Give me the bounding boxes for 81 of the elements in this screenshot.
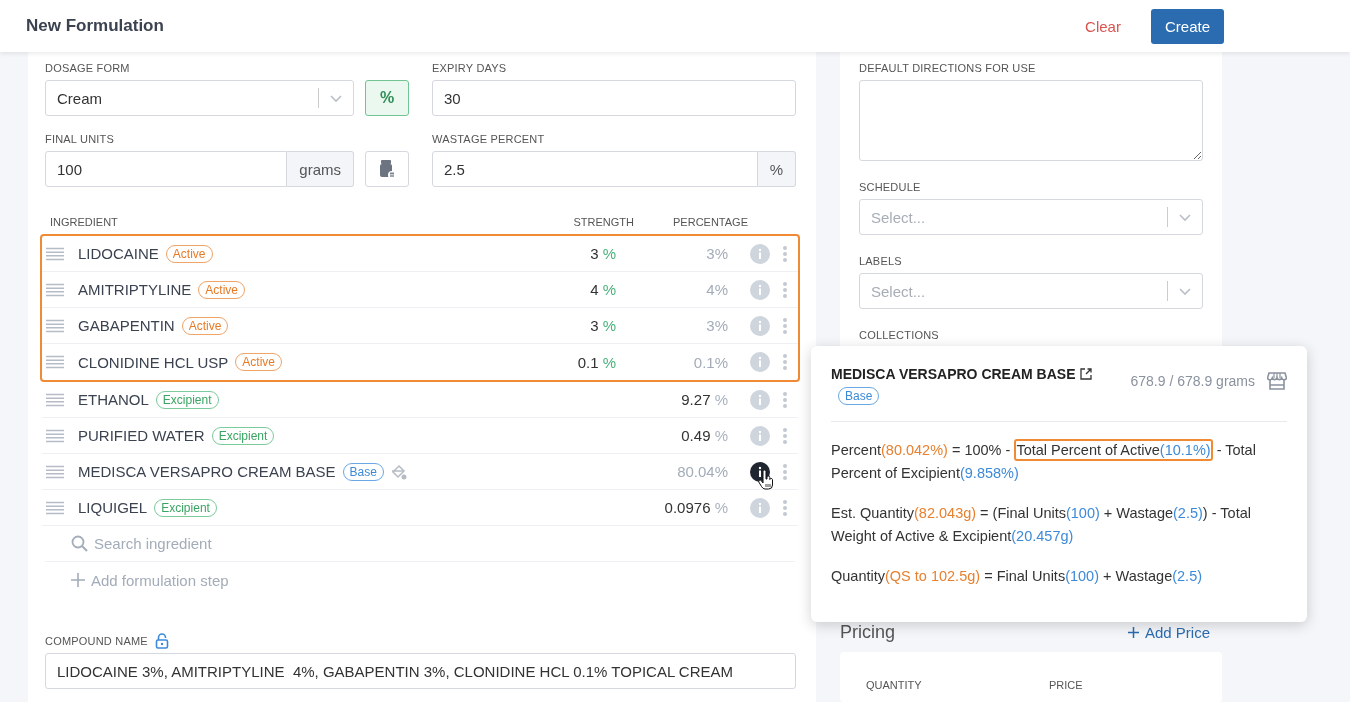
unit-addon: % (757, 151, 796, 187)
strength-value: 4 % (590, 281, 616, 298)
section-title: Pricing (840, 621, 896, 643)
drag-handle-icon[interactable] (46, 500, 64, 515)
percentage-value: 3% (706, 317, 728, 334)
field-label: EXPIRY DAYS (432, 62, 507, 75)
field-label: SCHEDULE (859, 181, 921, 194)
directions-textarea[interactable] (859, 80, 1203, 161)
more-icon[interactable] (782, 244, 788, 263)
plus-icon (71, 573, 85, 587)
ingredient-name: MEDISCA VERSAPRO CREAM BASE (78, 463, 336, 480)
ingredient-name: LIQUIGEL (78, 499, 148, 516)
formula-text: Quantity(QS to 102.5g) = Final Units(100) + Wastage(2.5) (831, 567, 1204, 586)
more-icon[interactable] (782, 316, 788, 335)
column-header: QUANTITY (866, 679, 923, 693)
column-header: STRENGTH (573, 216, 634, 228)
page-title: New Formulation (26, 16, 165, 36)
field-label: LABELS (859, 255, 902, 268)
drag-handle-icon[interactable] (46, 246, 64, 261)
wastage-percent-input[interactable]: 2.5 (432, 151, 758, 187)
plus-icon (1127, 626, 1139, 638)
create-button[interactable]: Create (1150, 8, 1224, 44)
more-icon[interactable] (782, 353, 788, 371)
stock-quantity: 678.9 / 678.9 grams (1130, 373, 1255, 389)
ingredient-name: AMITRIPTYLINE (78, 281, 192, 298)
percentage-value: 9.27 % (681, 391, 728, 408)
field-label: FINAL UNITS (45, 133, 115, 146)
more-icon[interactable] (782, 280, 788, 299)
search-icon (71, 535, 88, 552)
add-price-link[interactable]: Add Price (1127, 623, 1210, 641)
ingredient-name: ETHANOL (78, 391, 149, 408)
more-icon[interactable] (782, 426, 788, 445)
formula-text: Percent(80.042%) = 100% - Total Percent of Active(10.1%) - Total Percent of Excipient(9.858%) (831, 439, 1287, 485)
store-icon (1267, 372, 1287, 390)
ingredient-name: GABAPENTIN (78, 317, 175, 334)
unlocked-icon[interactable] (154, 633, 169, 649)
jar-button[interactable] (365, 151, 409, 187)
field-label: COLLECTIONS (859, 329, 939, 342)
drag-handle-icon[interactable] (46, 392, 64, 407)
jar-icon (378, 159, 396, 179)
field-label: COMPOUND NAME (45, 634, 148, 648)
field-label: DOSAGE FORM (45, 62, 130, 75)
percentage-value: 0.1% (693, 353, 728, 371)
percentage-value: 3% (706, 245, 728, 262)
column-header: INGREDIENT (50, 216, 118, 228)
column-header: PRICE (1049, 679, 1083, 693)
more-icon[interactable] (782, 390, 788, 409)
drag-handle-icon[interactable] (46, 464, 64, 479)
clear-button[interactable]: Clear (1083, 13, 1123, 39)
column-header: PERCENTAGE (673, 216, 748, 228)
dosage-form-select[interactable]: Cream (45, 80, 354, 116)
percentage-value: 80.04% (677, 463, 728, 480)
formula-text: Est. Quantity(82.043g) = (Final Units(100) + Wastage(2.5)) - Total Weight of Active & Excipient(20.457g) (831, 504, 1252, 546)
final-units-input[interactable]: 100 (45, 151, 288, 187)
strength-value: 3 % (590, 245, 616, 262)
chevron-down-icon (329, 93, 343, 103)
drag-handle-icon[interactable] (46, 428, 64, 443)
ingredient-title: MEDISCA VERSAPRO CREAM BASE (831, 366, 1076, 382)
chevron-down-icon (1178, 212, 1192, 222)
drag-handle-icon[interactable] (46, 355, 64, 369)
chevron-down-icon (1178, 286, 1192, 296)
percent-toggle[interactable]: % (365, 80, 409, 116)
more-icon[interactable] (782, 462, 788, 481)
field-label: WASTAGE PERCENT (432, 133, 545, 146)
more-icon[interactable] (782, 498, 788, 517)
external-link-icon[interactable] (1079, 368, 1092, 380)
drag-handle-icon[interactable] (46, 318, 64, 333)
hand-pointer-icon (758, 469, 774, 490)
drag-handle-icon[interactable] (46, 282, 64, 297)
percentage-value: 0.49 % (681, 427, 728, 444)
unit-addon: grams (287, 151, 354, 187)
percentage-value: 4% (706, 281, 728, 298)
ingredient-name: PURIFIED WATER (78, 427, 205, 444)
compound-name-input[interactable]: LIDOCAINE 3%, AMITRIPTYLINE 4%, GABAPENTIN 3%, CLONIDINE HCL 0.1% TOPICAL CREAM (45, 653, 796, 689)
strength-value: 3 % (590, 317, 616, 334)
expiry-days-input[interactable]: 30 (432, 80, 796, 116)
ingredient-name: LIDOCAINE (78, 245, 159, 262)
strength-value: 0.1 % (577, 353, 616, 371)
percentage-value: 0.0976 % (664, 499, 728, 516)
ingredient-name: CLONIDINE HCL USP (78, 353, 229, 371)
field-label: DEFAULT DIRECTIONS FOR USE (859, 62, 1036, 75)
